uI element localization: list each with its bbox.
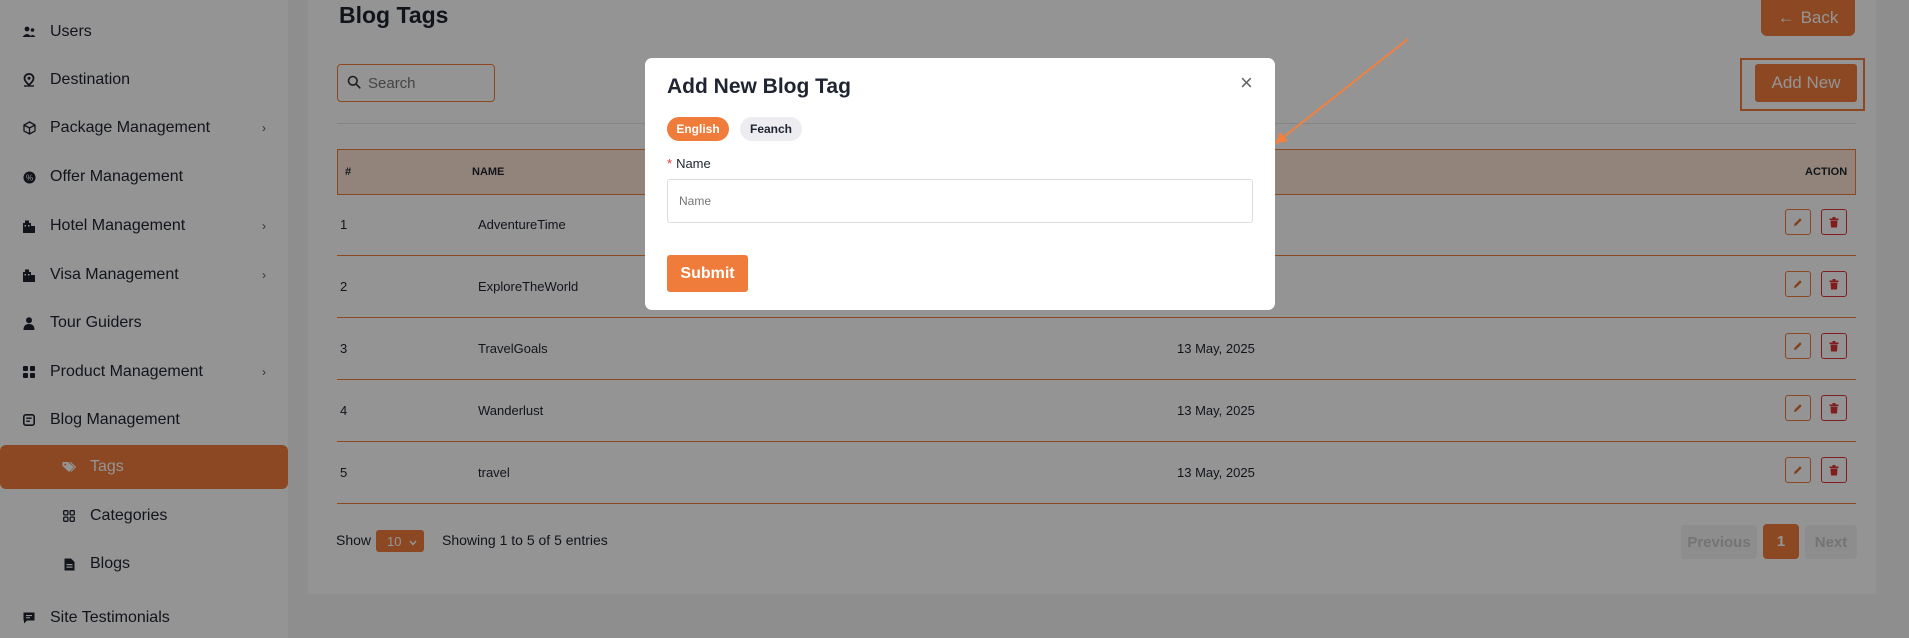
submit-button[interactable]: Submit [667,255,748,292]
name-field[interactable] [667,179,1253,223]
add-blog-tag-modal: Add New Blog Tag × English Feanch * Name … [645,58,1275,310]
tab-french[interactable]: Feanch [740,117,802,141]
required-marker: * [667,156,673,171]
name-label-text: Name [676,156,711,171]
tab-english[interactable]: English [667,117,729,141]
name-field-label: * Name [667,156,711,171]
close-icon[interactable]: × [1240,72,1253,94]
modal-title: Add New Blog Tag [667,75,851,98]
